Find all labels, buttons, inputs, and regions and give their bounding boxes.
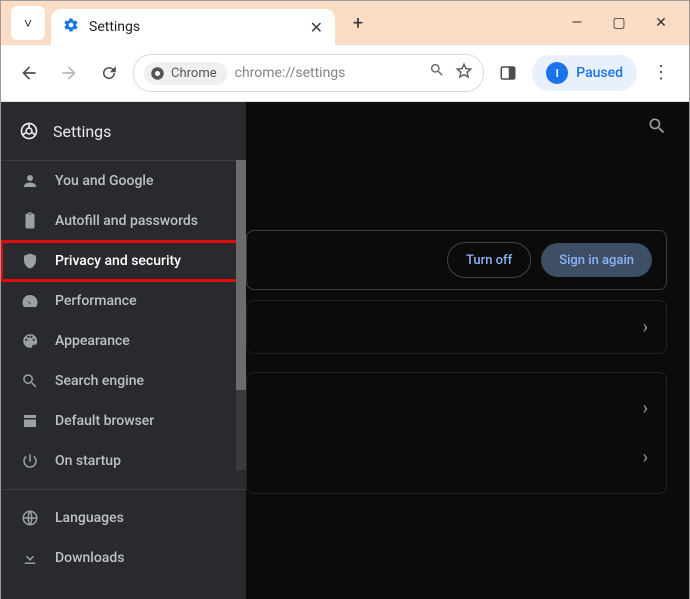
sidebar-separator xyxy=(1,489,246,490)
tab-strip: ˅ Settings ✕ + — ▢ ✕ xyxy=(1,1,689,45)
window-controls: — ▢ ✕ xyxy=(569,15,689,31)
sidebar-item-languages[interactable]: Languages xyxy=(1,498,246,538)
sidebar-item-default-browser[interactable]: Default browser xyxy=(1,401,246,441)
search-icon xyxy=(21,372,39,390)
zoom-icon[interactable] xyxy=(429,62,445,84)
clipboard-icon xyxy=(21,212,39,230)
button-label: Turn off xyxy=(466,253,512,268)
addressbar-actions xyxy=(429,62,473,84)
tabs-dropdown-button[interactable]: ˅ xyxy=(11,6,45,40)
sidebar-scrollbar-thumb[interactable] xyxy=(236,160,246,390)
sidebar-item-label: You and Google xyxy=(55,173,153,189)
side-panel-button[interactable] xyxy=(492,57,524,89)
chrome-logo-icon xyxy=(150,66,165,81)
sidebar-item-label: Default browser xyxy=(55,413,154,429)
origin-chip[interactable]: Chrome xyxy=(144,62,227,85)
close-window-button[interactable]: ✕ xyxy=(653,15,669,31)
power-icon xyxy=(21,452,39,470)
turn-off-button[interactable]: Turn off xyxy=(447,242,531,278)
reload-icon xyxy=(100,64,118,82)
sidebar-item-label: Privacy and security xyxy=(55,253,181,269)
forward-button[interactable] xyxy=(53,57,85,89)
sidebar-item-label: On startup xyxy=(55,453,121,469)
new-tab-button[interactable]: + xyxy=(343,8,373,38)
sidebar-item-search-engine[interactable]: Search engine xyxy=(1,361,246,401)
sidebar-item-autofill[interactable]: Autofill and passwords xyxy=(1,201,246,241)
sidebar-item-downloads[interactable]: Downloads xyxy=(1,538,246,578)
chevron-right-icon: › xyxy=(643,317,648,338)
plus-icon: + xyxy=(353,13,363,34)
arrow-right-icon xyxy=(59,63,79,83)
sidebar-item-label: Search engine xyxy=(55,373,144,389)
settings-shell: Settings You and Google Autofill and pas… xyxy=(1,102,689,599)
globe-icon xyxy=(21,509,39,527)
square-icon: ▢ xyxy=(612,15,625,31)
sidebar-item-appearance[interactable]: Appearance xyxy=(1,321,246,361)
button-label: Sign in again xyxy=(559,253,634,268)
chevron-right-icon: › xyxy=(643,398,648,419)
sync-paused-card: Turn off Sign in again xyxy=(246,230,667,290)
sidebar-item-privacy[interactable]: Privacy and security xyxy=(1,241,246,281)
tab-title: Settings xyxy=(89,19,140,35)
sign-in-again-button[interactable]: Sign in again xyxy=(541,243,652,277)
palette-icon xyxy=(21,332,39,350)
sidebar-item-label: Downloads xyxy=(55,550,124,566)
person-icon xyxy=(21,172,39,190)
download-icon xyxy=(21,549,39,567)
chevron-right-icon: › xyxy=(643,447,648,468)
settings-sidebar: Settings You and Google Autofill and pas… xyxy=(1,102,246,599)
gear-icon xyxy=(63,17,79,37)
toolbar: Chrome chrome://settings I Paused ⋮ xyxy=(1,45,689,102)
close-icon: ✕ xyxy=(655,15,667,31)
avatar-letter: I xyxy=(556,67,559,80)
shield-icon xyxy=(21,252,39,270)
address-bar[interactable]: Chrome chrome://settings xyxy=(133,54,484,92)
sidebar-item-performance[interactable]: Performance xyxy=(1,281,246,321)
origin-chip-label: Chrome xyxy=(171,66,217,81)
sidebar-item-label: Appearance xyxy=(55,333,130,349)
settings-row-group[interactable]: › › xyxy=(246,372,667,494)
sidebar-item-label: Languages xyxy=(55,510,124,526)
close-tab-button[interactable]: ✕ xyxy=(310,18,323,37)
chevron-down-icon: ˅ xyxy=(24,15,32,32)
settings-content: Turn off Sign in again › › › xyxy=(246,102,689,599)
browser-tab-settings[interactable]: Settings ✕ xyxy=(51,9,335,45)
chrome-outline-icon xyxy=(19,121,39,141)
search-icon xyxy=(647,116,667,136)
minimize-button[interactable]: — xyxy=(569,15,585,31)
search-settings-button[interactable] xyxy=(647,116,667,140)
reload-button[interactable] xyxy=(93,57,125,89)
paused-label: Paused xyxy=(576,65,623,81)
arrow-left-icon xyxy=(19,63,39,83)
bookmark-star-icon[interactable] xyxy=(455,62,473,84)
profile-paused-chip[interactable]: I Paused xyxy=(532,55,637,91)
settings-row[interactable]: › xyxy=(246,300,667,354)
sidebar-items: You and Google Autofill and passwords Pr… xyxy=(1,161,246,599)
browser-window-icon xyxy=(21,412,39,430)
side-panel-icon xyxy=(499,64,517,82)
avatar: I xyxy=(546,62,568,84)
sidebar-item-label: Performance xyxy=(55,293,137,309)
chrome-menu-button[interactable]: ⋮ xyxy=(645,57,677,89)
sidebar-item-label: Autofill and passwords xyxy=(55,213,198,229)
chevron-stack: › › xyxy=(643,398,648,468)
minimize-icon: — xyxy=(572,15,583,31)
sidebar-heading: Settings xyxy=(53,122,111,141)
sidebar-header: Settings xyxy=(1,102,246,161)
maximize-button[interactable]: ▢ xyxy=(611,15,627,31)
url-text: chrome://settings xyxy=(235,65,346,81)
back-button[interactable] xyxy=(13,57,45,89)
speedometer-icon xyxy=(21,292,39,310)
sidebar-item-on-startup[interactable]: On startup xyxy=(1,441,246,481)
sidebar-item-you-and-google[interactable]: You and Google xyxy=(1,161,246,201)
